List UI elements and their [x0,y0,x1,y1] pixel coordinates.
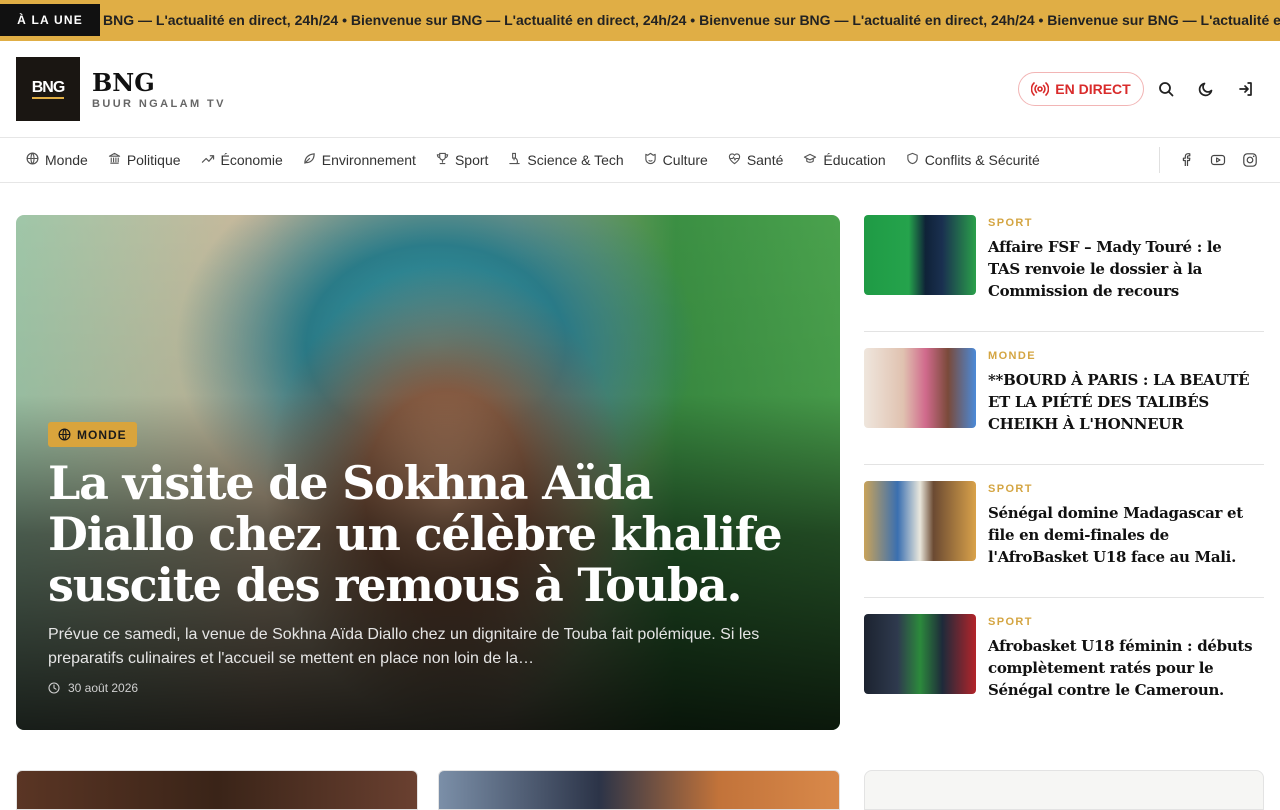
landmark-icon [108,152,121,168]
site-header: BNG BNG BUUR NGALAM TV EN DIRECT [0,41,1280,138]
nav-item-education[interactable]: Éducation [793,138,895,182]
hero-category-label: MONDE [77,427,127,442]
nav-item-conflits-securite[interactable]: Conflits & Sécurité [896,138,1050,182]
broadcast-icon [1031,82,1050,96]
ticker-text[interactable]: BNG — L'actualité en direct, 24h/24 • Bi… [103,12,1280,28]
clock-icon [48,682,60,694]
nav-label: Culture [662,152,708,168]
site-logo[interactable]: BNG [16,57,80,121]
hero-date-text: 30 août 2026 [68,681,139,695]
leaf-icon [303,152,316,168]
theater-icon [644,152,657,168]
nav-label: Économie [220,152,283,168]
article-title[interactable]: Sénégal domine Madagascar et file en dem… [988,502,1258,568]
ticker-badge: À LA UNE [0,4,100,36]
hero-article[interactable]: MONDE La visite de Sokhna Aïda Diallo ch… [16,215,840,730]
hero-title[interactable]: La visite de Sokhna Aïda Diallo chez un … [48,458,808,611]
youtube-icon[interactable] [1210,152,1226,168]
search-icon[interactable] [1156,79,1176,99]
side-article[interactable]: MONDE **BOURD À PARIS : LA BEAUTÉ ET LA … [864,348,1264,465]
nav-item-science-tech[interactable]: Science & Tech [498,138,633,182]
side-article[interactable]: SPORT Sénégal domine Madagascar et file … [864,481,1264,598]
sidebar-widget [864,770,1264,810]
login-icon[interactable] [1236,79,1256,99]
nav-label: Conflits & Sécurité [924,152,1040,168]
nav-item-sport[interactable]: Sport [426,138,498,182]
dark-mode-icon[interactable] [1196,79,1216,99]
instagram-icon[interactable] [1242,152,1258,168]
nav-item-culture[interactable]: Culture [634,138,718,182]
article-thumbnail[interactable] [864,215,976,295]
hero-date: 30 août 2026 [48,681,138,695]
breaking-news-ticker: À LA UNE BNG — L'actualité en direct, 24… [0,0,1280,41]
article-card[interactable] [438,770,840,810]
trending-up-icon [201,152,215,168]
nav-divider [1159,147,1160,173]
article-category[interactable]: SPORT [988,616,1033,628]
side-article[interactable]: SPORT Afrobasket U18 féminin : débuts co… [864,614,1264,731]
globe-icon [58,428,71,441]
hero-description: Prévue ce samedi, la venue de Sokhna Aïd… [48,626,760,667]
trophy-icon [436,152,449,168]
article-category[interactable]: SPORT [988,217,1033,229]
nav-item-economie[interactable]: Économie [191,138,293,182]
live-label: EN DIRECT [1055,81,1131,97]
shield-icon [906,152,919,168]
article-title[interactable]: **BOURD À PARIS : LA BEAUTÉ ET LA PIÉTÉ … [988,369,1258,435]
microscope-icon [508,152,521,168]
nav-label: Santé [746,152,784,168]
nav-label: Politique [126,152,181,168]
nav-item-monde[interactable]: Monde [16,138,98,182]
nav-label: Monde [45,152,88,168]
article-title[interactable]: Afrobasket U18 féminin : débuts complète… [988,635,1258,701]
live-button[interactable]: EN DIRECT [1018,72,1144,106]
heart-pulse-icon [728,152,741,168]
nav-label: Environnement [321,152,416,168]
nav-label: Sport [454,152,489,168]
article-title[interactable]: Affaire FSF – Mady Touré : le TAS renvoi… [988,236,1258,302]
article-card[interactable] [16,770,418,810]
nav-item-sante[interactable]: Santé [718,138,794,182]
nav-label: Science & Tech [527,152,624,168]
category-nav: Monde Politique Économie Environnement S… [0,138,1280,183]
nav-label: Éducation [823,152,886,168]
brand-name[interactable]: BNG [92,68,155,97]
brand-subtitle: BUUR NGALAM TV [92,98,226,110]
article-category[interactable]: SPORT [988,483,1033,495]
facebook-icon[interactable] [1178,152,1194,168]
article-thumbnail[interactable] [864,348,976,428]
graduation-cap-icon [803,152,817,168]
nav-item-politique[interactable]: Politique [98,138,191,182]
side-article[interactable]: SPORT Affaire FSF – Mady Touré : le TAS … [864,215,1264,332]
article-thumbnail[interactable] [864,481,976,561]
article-category[interactable]: MONDE [988,350,1036,362]
globe-icon [26,152,39,168]
article-thumbnail[interactable] [864,614,976,694]
hero-category-badge[interactable]: MONDE [48,422,137,447]
nav-item-environnement[interactable]: Environnement [293,138,426,182]
logo-text: BNG [31,79,65,99]
